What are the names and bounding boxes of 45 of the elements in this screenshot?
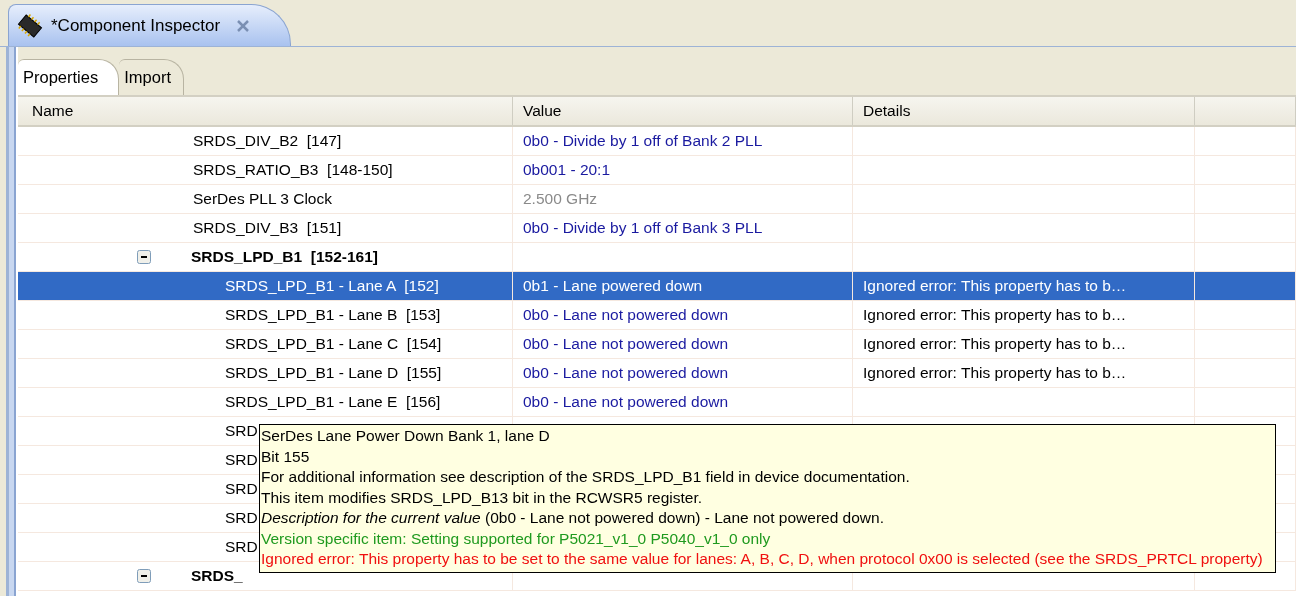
property-name[interactable]: SRDS_DIV_B3 [151] [193,216,342,240]
property-value[interactable]: 0b0 - Divide by 1 off of Bank 2 PLL [523,129,763,153]
property-name[interactable]: SRD [225,506,258,530]
property-value[interactable]: 0b0 - Lane not powered down [523,390,729,414]
property-name[interactable]: SRDS_LPD_B1 - Lane B [153] [225,303,441,327]
tooltip-line: For additional information see description of the SRDS_LPD_B1 field in device documentation. [261,467,911,487]
property-details: Ignored error: This property has to b… [863,334,1127,355]
property-value[interactable]: 2.500 GHz [523,187,598,211]
property-name[interactable]: SRDS_LPD_B1 - Lane D [155] [225,361,442,385]
property-name[interactable]: SRDS_LPD_B1 - Lane A [152] [225,274,439,298]
tooltip-line: Description for the current value (0b0 - Lane not powered down) - Lane not powered down. [261,508,885,528]
property-details: Ignored error: This property has to b… [863,276,1127,297]
collapse-icon[interactable] [137,250,151,264]
property-value[interactable]: 0b0 - Lane not powered down [523,332,729,356]
property-value[interactable]: 0b0 - Lane not powered down [523,361,729,385]
property-details: Ignored error: This property has to b… [863,305,1127,326]
property-value[interactable]: 0b001 - 20:1 [523,158,611,182]
property-name[interactable]: SRD [225,477,258,501]
tooltip-line: SerDes Lane Power Down Bank 1, lane D [261,426,551,446]
property-value[interactable]: 0b1 - Lane powered down [523,274,703,298]
tab[interactable]: Properties [18,59,120,95]
tooltip-line: Ignored error: This property has to be set to the same value for lanes: A, B, C, D, when protocol 0x00 is selected (see the SRDS_PRTCL property) [261,549,1264,569]
view-tab[interactable]: *Component Inspector [8,4,292,46]
property-name[interactable]: SRDS_DIV_B2 [147] [193,129,342,153]
property-name[interactable]: SRD [225,419,258,443]
property-details: Ignored error: This property has to b… [863,363,1127,384]
tooltip-line: This item modifies SRDS_LPD_B13 bit in the RCWSR5 register. [261,487,704,508]
tooltip-line: Bit 155 [261,446,311,467]
property-value[interactable]: 0b0 - Divide by 1 off of Bank 3 PLL [523,216,763,240]
property-name[interactable]: SRDS_LPD_B1 - Lane E [156] [225,390,441,414]
collapse-icon[interactable] [137,569,151,583]
property-name[interactable]: SRDS_LPD_B1 [152-161] [191,245,378,269]
property-name[interactable]: SerDes PLL 3 Clock [193,187,332,211]
column-header[interactable]: Value [523,99,562,123]
property-name[interactable]: SRDS_LPD_B1 - Lane C [154] [225,332,442,356]
property-name[interactable]: SRDS_ [191,564,243,588]
property-value[interactable]: 0b0 - Lane not powered down [523,303,729,327]
column-header[interactable]: Name [32,99,74,123]
property-name[interactable]: SRD [225,535,258,559]
tooltip-line: Version specific item: Setting supported for P5021_v1_0 P5040_v1_0 only [261,528,772,549]
view-title: *Component Inspector [51,14,221,37]
column-header[interactable]: Details [863,99,911,123]
property-name[interactable]: SRDS_RATIO_B3 [148-150] [193,158,393,182]
property-name[interactable]: SRD [225,448,258,472]
tab[interactable]: Import [119,59,184,95]
